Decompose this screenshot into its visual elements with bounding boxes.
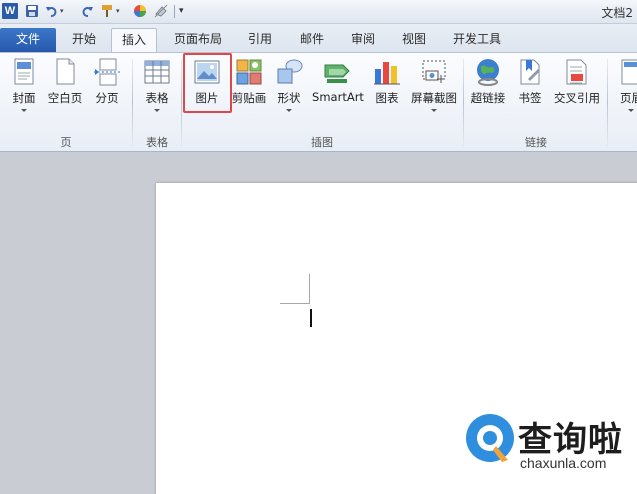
clip-art-button[interactable]: 剪贴画 bbox=[231, 57, 267, 123]
chaxunla-logo-icon bbox=[466, 414, 514, 462]
tab-page-layout[interactable]: 页面布局 bbox=[166, 28, 230, 52]
bookmark-label: 书签 bbox=[518, 91, 542, 105]
tab-developer[interactable]: 开发工具 bbox=[442, 28, 512, 52]
cover-page-icon bbox=[14, 58, 34, 85]
painter-dropdown-icon[interactable]: ▾ bbox=[116, 4, 124, 18]
bookmark-button[interactable]: 书签 bbox=[514, 57, 546, 123]
group-label-pages: 页 bbox=[60, 136, 72, 149]
picture-button-highlight bbox=[183, 53, 232, 113]
cover-page-button[interactable]: 封面 bbox=[6, 57, 42, 123]
tab-insert[interactable]: 插入 bbox=[111, 28, 157, 52]
page-break-label: 分页 bbox=[95, 91, 119, 105]
watermark-url: chaxunla.com bbox=[520, 455, 607, 471]
header-icon bbox=[621, 59, 637, 85]
undo-dropdown-icon[interactable]: ▾ bbox=[60, 4, 68, 18]
smartart-icon bbox=[324, 64, 350, 83]
table-dropdown-icon bbox=[154, 109, 160, 112]
smartart-label: SmartArt bbox=[312, 90, 364, 104]
margin-corner-mark bbox=[309, 274, 310, 304]
blank-page-label: 空白页 bbox=[47, 91, 83, 105]
screenshot-icon bbox=[422, 60, 446, 83]
smartart-button[interactable]: SmartArt bbox=[310, 57, 366, 123]
clip-art-label: 剪贴画 bbox=[231, 91, 267, 105]
header-dropdown-icon bbox=[628, 109, 634, 112]
hyperlink-button[interactable]: 超链接 bbox=[468, 57, 508, 123]
quick-access-separator bbox=[174, 5, 175, 18]
ribbon-insert: 封面 空白页 分页 页 表格 表格 图片 剪贴画 形状 SmartArt 图表 … bbox=[0, 52, 637, 152]
screenshot-dropdown-icon bbox=[431, 109, 437, 112]
text-cursor bbox=[310, 309, 312, 327]
tab-references[interactable]: 引用 bbox=[238, 28, 282, 52]
group-label-links: 链接 bbox=[525, 136, 547, 149]
group-label-illustrations: 插图 bbox=[311, 136, 333, 149]
save-icon[interactable] bbox=[25, 4, 39, 18]
word-logo-icon[interactable]: W bbox=[2, 3, 18, 19]
blank-page-icon bbox=[56, 58, 75, 85]
chart-icon bbox=[374, 62, 400, 85]
hyperlink-icon bbox=[477, 59, 499, 86]
ribbon-tabs: 文件 开始 插入 页面布局 引用 邮件 审阅 视图 开发工具 bbox=[0, 24, 637, 52]
header-button[interactable]: 页眉 bbox=[614, 57, 637, 123]
shapes-button[interactable]: 形状 bbox=[273, 57, 305, 123]
title-bar: W ▾ ▾ ▾ 文档2 bbox=[0, 0, 637, 24]
redo-icon[interactable] bbox=[80, 4, 94, 18]
shapes-icon bbox=[277, 59, 303, 84]
shapes-dropdown-icon bbox=[286, 109, 292, 112]
shapes-label: 形状 bbox=[277, 91, 301, 105]
header-label: 页眉 bbox=[620, 91, 637, 105]
tab-review[interactable]: 审阅 bbox=[341, 28, 385, 52]
blank-page-button[interactable]: 空白页 bbox=[45, 57, 85, 123]
bookmark-icon bbox=[520, 59, 540, 85]
tab-home[interactable]: 开始 bbox=[60, 28, 108, 52]
page-break-icon bbox=[94, 58, 120, 86]
table-button[interactable]: 表格 bbox=[139, 57, 175, 123]
margin-corner-mark bbox=[280, 303, 310, 304]
document-title: 文档2 bbox=[601, 6, 633, 20]
group-separator bbox=[607, 59, 608, 147]
cross-reference-label: 交叉引用 bbox=[554, 91, 600, 105]
clip-art-icon bbox=[236, 59, 262, 85]
page-break-button[interactable]: 分页 bbox=[89, 57, 125, 123]
tab-mailings[interactable]: 邮件 bbox=[290, 28, 334, 52]
format-painter-icon[interactable] bbox=[100, 4, 114, 18]
cover-page-dropdown-icon bbox=[21, 109, 27, 112]
eraser-icon[interactable] bbox=[154, 4, 168, 18]
chart-label: 图表 bbox=[375, 91, 399, 105]
customize-quick-access-icon[interactable]: ▾ bbox=[179, 4, 189, 18]
screenshot-button[interactable]: 屏幕截图 bbox=[408, 57, 460, 123]
color-wheel-icon[interactable] bbox=[133, 4, 147, 18]
watermark-name: 查询啦 bbox=[518, 420, 623, 460]
undo-icon[interactable] bbox=[45, 4, 59, 18]
cross-reference-icon bbox=[566, 59, 587, 85]
hyperlink-label: 超链接 bbox=[470, 91, 506, 105]
tab-view[interactable]: 视图 bbox=[392, 28, 436, 52]
chart-button[interactable]: 图表 bbox=[370, 57, 404, 123]
screenshot-label: 屏幕截图 bbox=[411, 91, 457, 105]
group-label-tables: 表格 bbox=[146, 136, 168, 149]
cover-page-label: 封面 bbox=[12, 91, 36, 105]
table-label: 表格 bbox=[145, 91, 169, 105]
tab-file[interactable]: 文件 bbox=[0, 28, 56, 52]
table-icon bbox=[144, 60, 170, 84]
cross-reference-button[interactable]: 交叉引用 bbox=[552, 57, 602, 123]
